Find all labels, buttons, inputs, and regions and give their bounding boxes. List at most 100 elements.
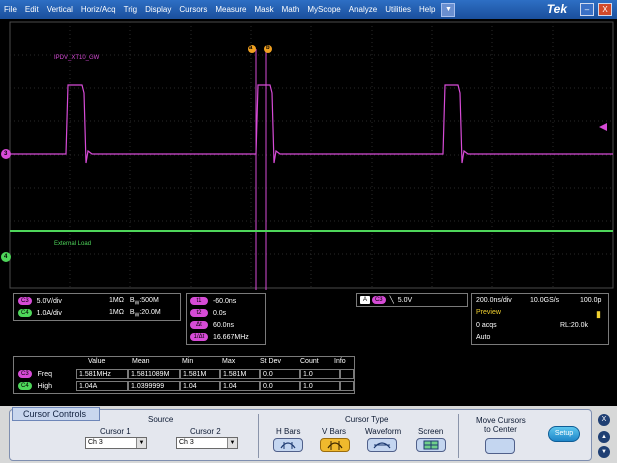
ch4-bandwidth: 1MΩ BW:20.0M [109, 309, 161, 318]
ch3-marker-label: 3 [4, 151, 8, 157]
divider [458, 414, 459, 458]
cell: 1.0 [300, 369, 340, 379]
cell: 1.5811089M [128, 369, 180, 379]
screen-button[interactable] [416, 438, 446, 452]
ch3-readout[interactable]: C3 5.0V/div [18, 297, 62, 305]
dt-badge: Δt [190, 321, 208, 329]
acq-count: 0 acqs [476, 322, 497, 329]
row-badge: C3 [18, 370, 32, 378]
sample-rate: 10.0GS/s [530, 297, 560, 304]
ch3-scale: 5.0V/div [36, 297, 62, 305]
close-window-button[interactable]: X [598, 3, 612, 16]
cursor2-value: Ch 3 [179, 439, 194, 446]
col-mean: Mean [132, 358, 150, 365]
ch4-trace-label: External Load [54, 241, 92, 247]
cursor-controls-panel: Cursor Controls Source Cursor 1 Ch 3 ▼ C… [0, 406, 617, 463]
cursor-readout[interactable]: t1 -60.0ns t2 0.0s Δt 60.0ns 1/Δt 16.667… [186, 293, 266, 345]
menu-edit[interactable]: Edit [21, 0, 43, 19]
cursor2-label: Cursor 2 [190, 427, 221, 436]
ch4-marker-label: 4 [4, 254, 8, 260]
cell: 0.0 [260, 369, 300, 379]
record-length: RL:20.0k [560, 322, 589, 329]
cell: 1.04A [76, 381, 128, 391]
ch4-scale: 1.0A/div [36, 309, 62, 317]
waveform-display[interactable]: IPDV_XT10_GW External Load a b 3 4 [0, 19, 617, 290]
ch4-badge: C4 [18, 309, 32, 317]
menu-utilities[interactable]: Utilities [381, 0, 415, 19]
row-label: C3 Freq [18, 370, 52, 378]
cell: 1.581MHz [76, 369, 128, 379]
move-to-center-button[interactable] [485, 438, 515, 454]
menu-mask[interactable]: Mask [250, 0, 277, 19]
row-name: Freq [37, 370, 53, 378]
waveform-button[interactable] [367, 438, 397, 452]
row-label: C4 High [18, 382, 52, 390]
dt-value: 60.0ns [212, 321, 234, 329]
col-count: Count [300, 358, 319, 365]
menu-bar: File Edit Vertical Horiz/Acq Trig Displa… [0, 0, 617, 19]
t2-row: t2 0.0s [190, 309, 226, 317]
menu-file[interactable]: File [0, 0, 21, 19]
menu-math[interactable]: Math [278, 0, 304, 19]
vbars-label: V Bars [322, 427, 347, 436]
cursor1-value: Ch 3 [88, 439, 103, 446]
screen-label: Screen [418, 427, 444, 436]
t1-row: t1 -60.0ns [190, 297, 236, 305]
menu-trig[interactable]: Trig [120, 0, 141, 19]
cursor-type-label: Cursor Type [345, 415, 389, 424]
ch3-coupling: 1MΩ [109, 297, 124, 304]
cursor2-select[interactable]: Ch 3 ▼ [176, 437, 238, 449]
row-name: High [37, 382, 53, 390]
move-cursors-label: Move Cursors [476, 416, 526, 425]
tek-logo: Tek [546, 2, 567, 16]
trigger-readout[interactable]: A C3 ╲ 5.0V [356, 293, 468, 307]
menu-analyze[interactable]: Analyze [345, 0, 381, 19]
trigger-level: 5.0V [397, 297, 413, 304]
timebase: 200.0ns/div [476, 297, 512, 304]
channel-readout[interactable]: C3 5.0V/div 1MΩ BW:500M C4 1.0A/div 1MΩ … [13, 293, 181, 321]
freq-value: 16.667MHz [212, 333, 249, 341]
scroll-down-icon[interactable]: ▼ [598, 446, 610, 458]
hbars-button[interactable] [273, 438, 303, 452]
menu-cursors[interactable]: Cursors [175, 0, 211, 19]
close-icon[interactable]: X [598, 414, 610, 426]
row-badge: C4 [18, 382, 32, 390]
vbars-button[interactable] [320, 438, 350, 452]
col-stdev: St Dev [260, 358, 282, 365]
measurement-table[interactable]: Value Mean Min Max St Dev Count Info C3 … [13, 356, 355, 394]
col-max: Max [222, 358, 236, 365]
menu-display[interactable]: Display [141, 0, 175, 19]
menu-vertical[interactable]: Vertical [43, 0, 77, 19]
horizontal-readout[interactable]: 200.0ns/div 10.0GS/s 100.0p Preview ▮ 0 … [471, 293, 609, 345]
cell [340, 381, 354, 391]
minimize-button[interactable]: – [580, 3, 594, 16]
controls-title: Cursor Controls [12, 407, 100, 421]
ch4-coupling: 1MΩ [109, 309, 124, 316]
menu-horiz-acq[interactable]: Horiz/Acq [77, 0, 120, 19]
col-min: Min [182, 358, 194, 365]
cursor1-select[interactable]: Ch 3 ▼ [85, 437, 147, 449]
trigger-mode: Auto [476, 334, 491, 341]
waveform-label: Waveform [365, 427, 402, 436]
hbars-label: H Bars [276, 427, 301, 436]
trigger-source-badge: A [360, 296, 371, 305]
chevron-down-icon: ▼ [136, 438, 146, 448]
divider [258, 414, 259, 458]
menu-dropdown-icon[interactable]: ▼ [441, 2, 456, 17]
ch4-readout[interactable]: C4 1.0A/div [18, 309, 62, 317]
cell: 1.0 [300, 381, 340, 391]
acq-mode: Preview [476, 309, 501, 316]
point-spacing: 100.0p [580, 297, 602, 304]
to-center-label: to Center [484, 425, 517, 434]
t1-value: -60.0ns [212, 297, 237, 305]
menu-help[interactable]: Help [415, 0, 439, 19]
cursor-a-label: a [249, 45, 253, 51]
cursor1-label: Cursor 1 [100, 427, 131, 436]
cell: 1.04 [220, 381, 260, 391]
menu-measure[interactable]: Measure [211, 0, 250, 19]
ch3-bandwidth: 1MΩ BW:500M [109, 297, 159, 306]
menu-myscope[interactable]: MyScope [303, 0, 344, 19]
scroll-up-icon[interactable]: ▲ [598, 431, 610, 443]
setup-button[interactable]: Setup [548, 426, 580, 442]
t1-badge: t1 [190, 297, 208, 305]
